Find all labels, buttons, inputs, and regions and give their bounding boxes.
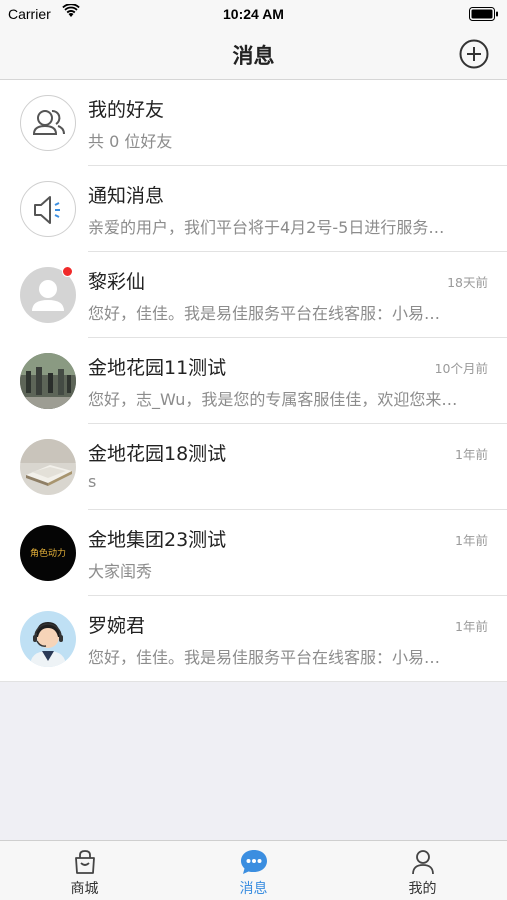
conversation-time: 1年前 <box>455 619 488 634</box>
conversation-preview: 您好，佳佳。我是易佳服务平台在线客服：小易… <box>88 648 441 667</box>
tab-mall[interactable]: 商城 <box>0 841 169 900</box>
list-item-conversation[interactable]: 黎彩仙 18天前 您好，佳佳。我是易佳服务平台在线客服：小易… <box>0 252 507 338</box>
conversation-time: 1年前 <box>455 533 488 548</box>
tab-label: 我的 <box>408 881 437 897</box>
list-item-notifications[interactable]: 通知消息 亲爱的用户，我们平台将于4月2号-5日进行服务… <box>0 166 507 252</box>
avatar-logo-text: 角色动力 <box>29 549 66 559</box>
conversation-name: 金地集团23测试 <box>88 529 227 551</box>
conversation-time: 18天前 <box>447 275 488 290</box>
chat-bubble-icon <box>241 850 267 874</box>
dark-logo-avatar: 角色动力 <box>20 525 76 581</box>
conversation-preview: s <box>88 472 97 491</box>
list-item-conversation[interactable]: 金地花园18测试 1年前 s <box>0 424 507 510</box>
conversation-preview: 大家闺秀 <box>88 562 153 581</box>
nav-bar: 消息 <box>0 28 507 80</box>
list-item-friends[interactable]: 我的好友 共 0 位好友 <box>0 80 507 166</box>
friends-icon <box>20 95 76 151</box>
person-icon <box>412 850 434 875</box>
tab-messages[interactable]: 消息 <box>169 841 338 900</box>
conversation-time: 10个月前 <box>434 361 488 376</box>
conversation-name: 金地花园18测试 <box>88 443 227 465</box>
conversation-preview: 您好，佳佳。我是易佳服务平台在线客服：小易… <box>88 304 441 323</box>
status-bar: Carrier 10:24 AM <box>0 0 507 28</box>
unread-badge <box>62 266 73 277</box>
conversation-name: 金地花园11测试 <box>88 357 227 379</box>
list-item-conversation[interactable]: 罗婉君 1年前 您好，佳佳。我是易佳服务平台在线客服：小易… <box>0 596 507 682</box>
speaker-icon <box>20 181 76 237</box>
plus-circle-icon[interactable] <box>458 38 490 70</box>
list-item-conversation[interactable]: 金地花园11测试 10个月前 您好，志_Wu，我是您的专属客服佳佳，欢迎您来… <box>0 338 507 424</box>
conversation-preview: 共 0 位好友 <box>88 132 173 151</box>
status-time: 10:24 AM <box>223 6 284 22</box>
conversation-name: 罗婉君 <box>88 615 146 637</box>
street-photo-avatar <box>20 353 76 409</box>
conversation-name: 黎彩仙 <box>88 271 146 293</box>
papers-photo-avatar <box>20 439 76 495</box>
page-title: 消息 <box>232 44 275 68</box>
conversation-time: 1年前 <box>455 447 488 462</box>
list-item-conversation[interactable]: 角色动力 金地集团23测试 1年前 大家闺秀 <box>0 510 507 596</box>
conversation-name: 通知消息 <box>88 185 165 207</box>
shopping-bag-icon <box>75 850 95 874</box>
message-list: 我的好友 共 0 位好友 通知消息 亲爱的用户，我们平台将于4月2号-5日进行服… <box>0 80 507 682</box>
tab-mine[interactable]: 我的 <box>338 841 507 900</box>
battery-icon <box>469 7 498 21</box>
conversation-preview: 您好，志_Wu，我是您的专属客服佳佳，欢迎您来… <box>88 390 458 409</box>
conversation-name: 我的好友 <box>88 99 165 121</box>
tab-bar: 商城 消息 我的 <box>0 840 507 900</box>
tab-label: 消息 <box>239 881 268 897</box>
support-agent-avatar <box>20 611 76 667</box>
conversation-preview: 亲爱的用户，我们平台将于4月2号-5日进行服务… <box>88 218 445 237</box>
tab-label: 商城 <box>70 881 99 897</box>
